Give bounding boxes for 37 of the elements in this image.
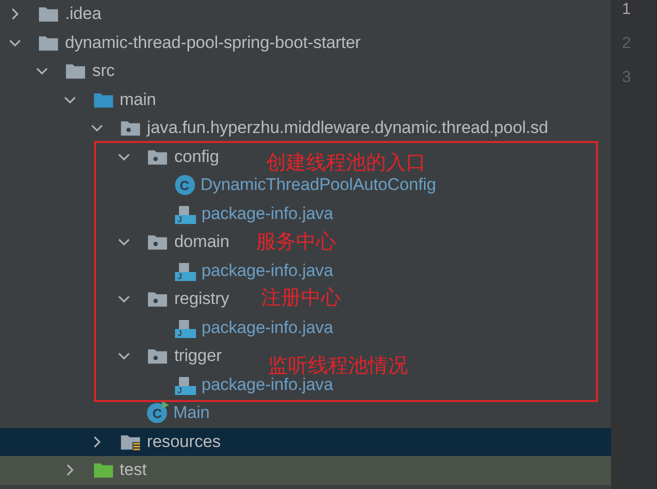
folder-icon <box>92 90 114 109</box>
resources-folder-icon <box>120 432 141 451</box>
tree-item-label: resources <box>146 432 221 452</box>
folder-icon <box>38 34 59 52</box>
tree-item-label: package-info.java <box>202 260 334 281</box>
tree-item-label: main <box>120 90 156 110</box>
tree-item-label: dynamic-thread-pool-spring-boot-starter <box>65 32 361 53</box>
annotation-text: 服务中心 <box>256 230 336 254</box>
tree-item-label: package-info.java <box>202 318 334 338</box>
tree-item-label: domain <box>174 232 230 252</box>
tree-item-label: test <box>120 460 147 480</box>
folder-icon <box>38 5 59 24</box>
package-icon <box>147 233 168 252</box>
tree-row[interactable]: test <box>0 456 611 484</box>
tree-item-label: DynamicThreadPoolAutoConfig <box>200 175 436 196</box>
folder-icon <box>65 62 86 80</box>
annotation-text: 注册中心 <box>261 286 341 310</box>
tree-item-label: trigger <box>174 346 222 366</box>
package-icon <box>147 148 168 166</box>
tree-item-label: src <box>92 61 115 82</box>
class-icon: C <box>147 403 168 424</box>
package-icon <box>120 119 141 138</box>
tree-item-label: .idea <box>65 4 102 24</box>
folder-icon <box>92 461 114 480</box>
tree-item-label: Main <box>173 403 210 424</box>
line-number: 1 <box>622 2 631 20</box>
tree-row[interactable]: resources <box>0 428 611 456</box>
class-icon: C <box>174 175 194 196</box>
tree-item-label: package-info.java <box>202 204 334 224</box>
annotation-text: 监听线程池情况 <box>268 354 408 378</box>
package-icon <box>147 347 168 366</box>
tree-item-label: registry <box>174 289 230 310</box>
tree-item-label: package-info.java <box>202 374 334 395</box>
annotation-text: 创建线程池的入口 <box>266 151 426 175</box>
tree-item-label: java.fun.hyperzhu.middleware.dynamic.thread.pool.sd <box>146 118 548 138</box>
package-icon <box>147 290 168 308</box>
tree-item-label: config <box>174 146 219 167</box>
